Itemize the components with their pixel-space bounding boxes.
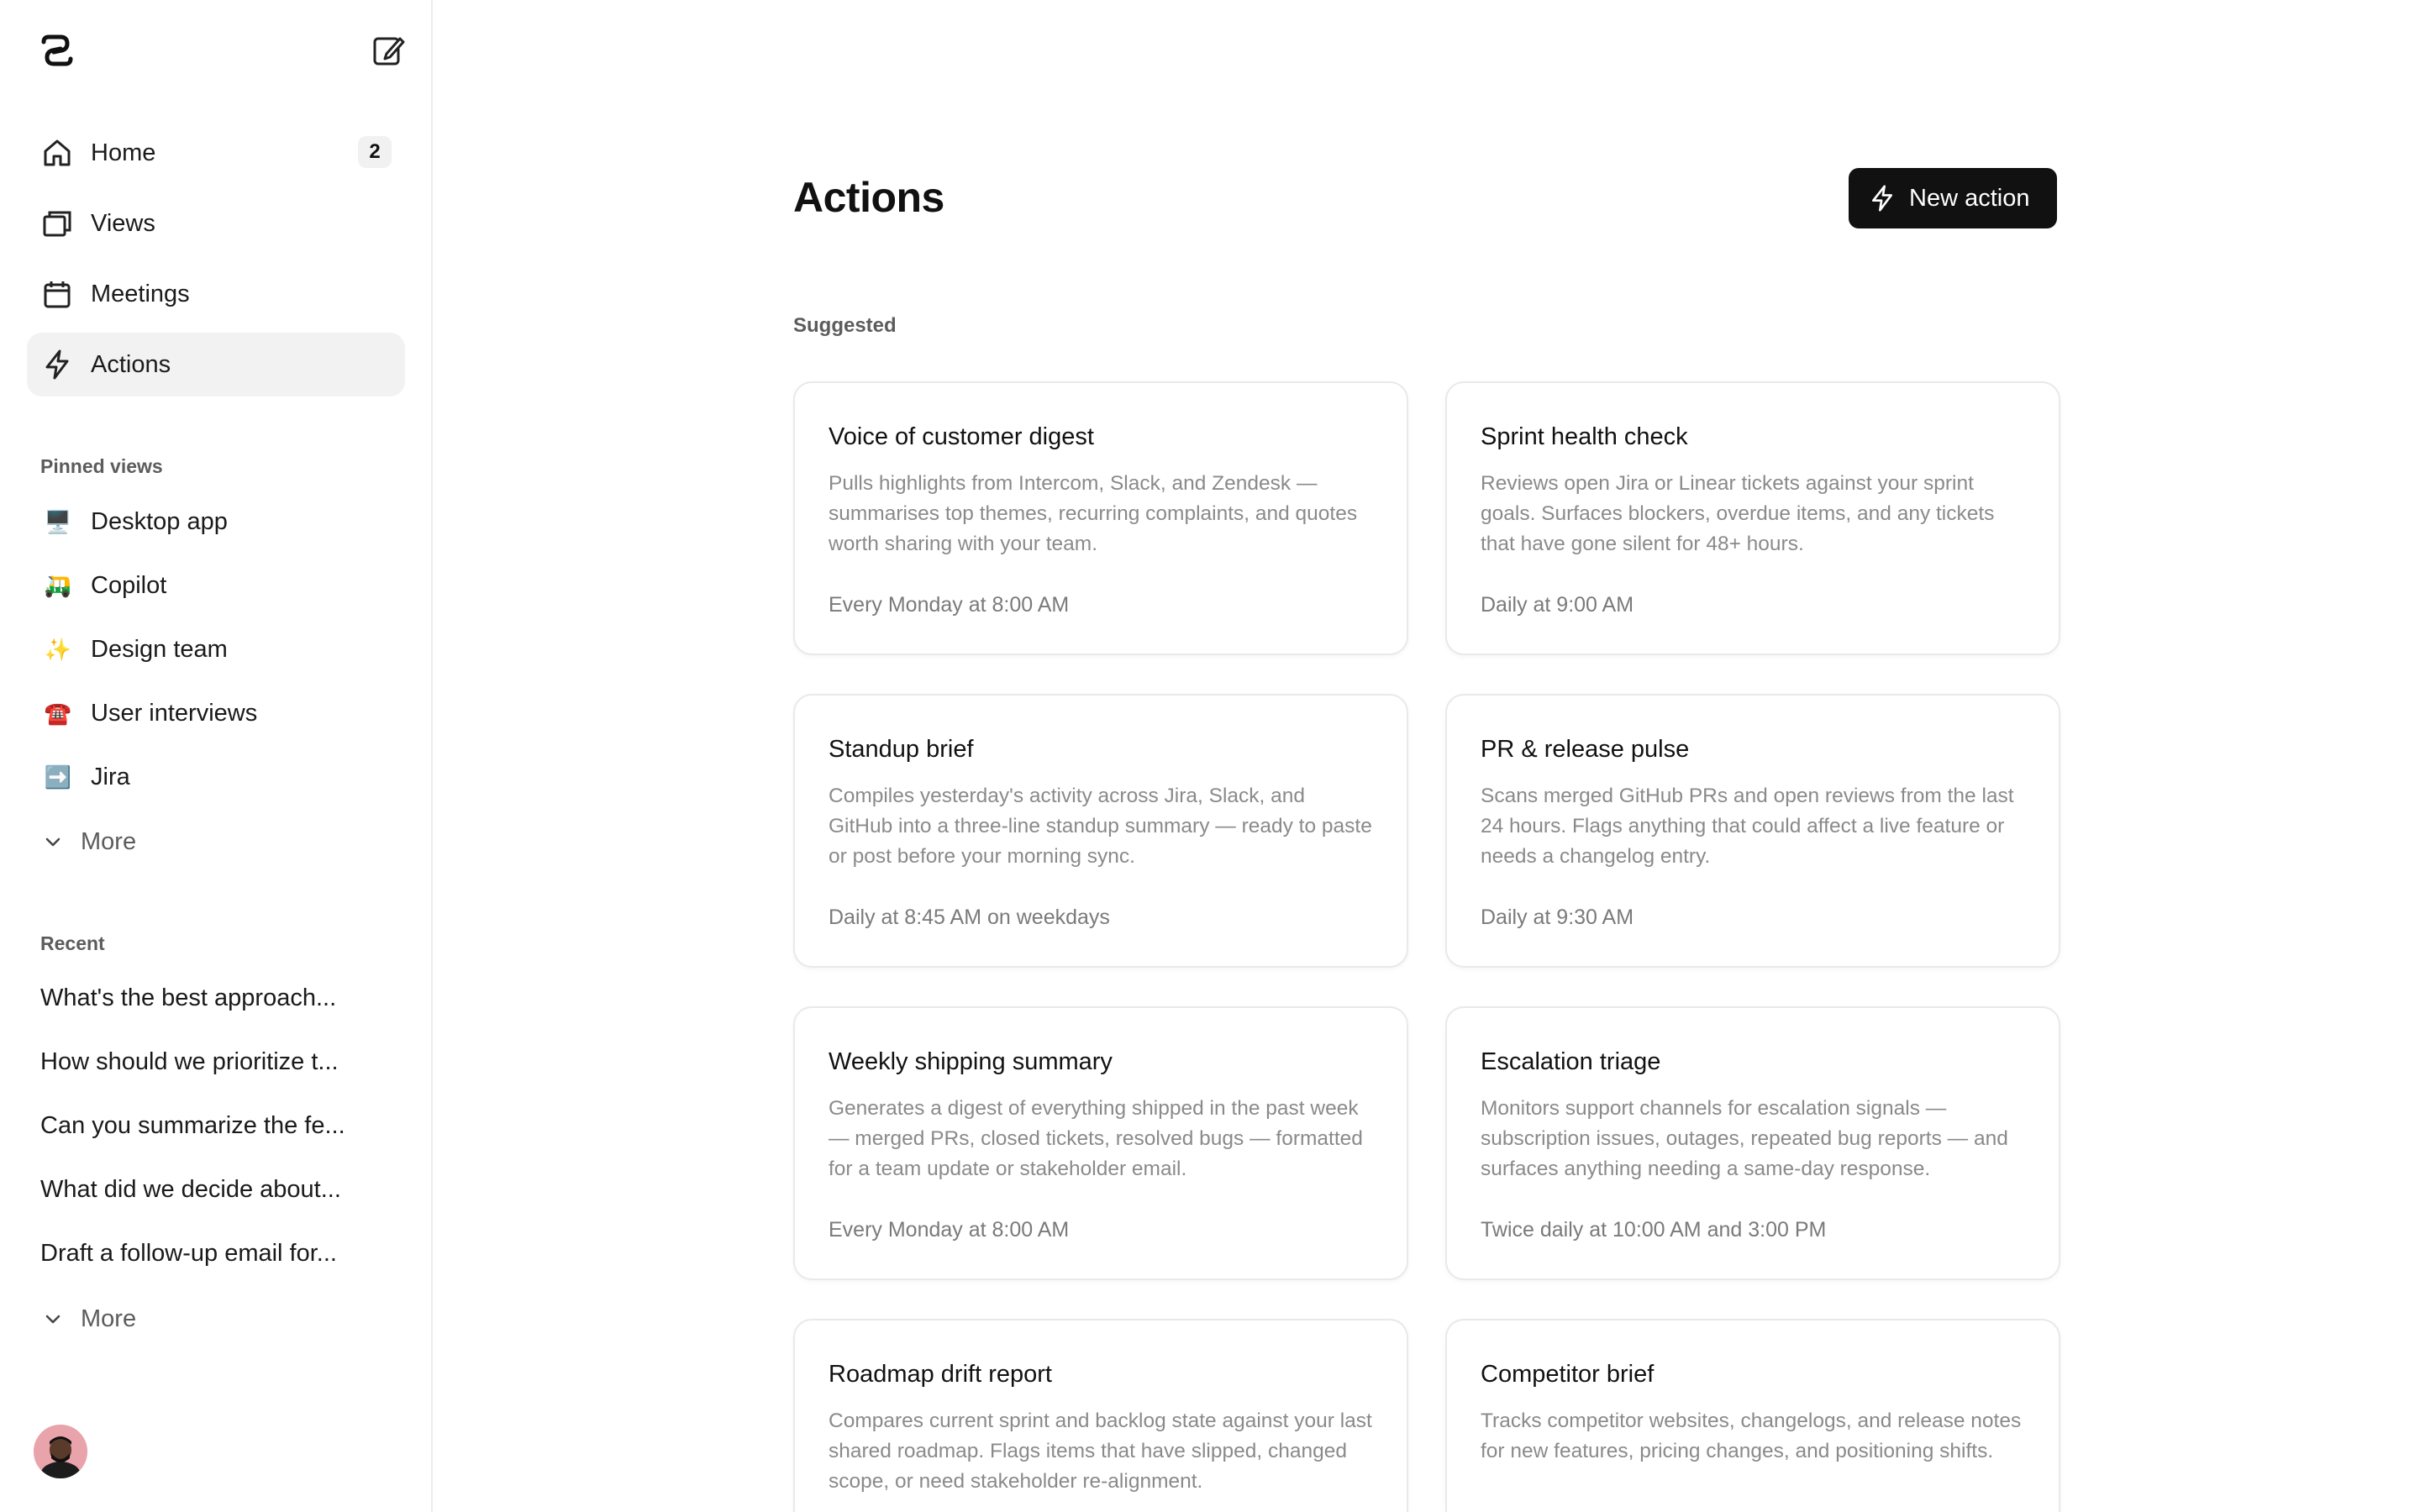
card-schedule: Daily at 8:45 AM on weekdays xyxy=(829,906,1110,929)
page-title: Actions xyxy=(793,174,944,221)
recent-item[interactable]: How should we prioritize t... xyxy=(40,1048,376,1076)
desktop-computer-icon: 🖥️ xyxy=(44,508,72,534)
nav-meetings[interactable]: Meetings xyxy=(27,262,405,326)
card-description: Reviews open Jira or Linear tickets agai… xyxy=(1481,472,1995,555)
pinned-item-label: Design team xyxy=(91,635,228,663)
calendar-icon xyxy=(40,277,74,311)
action-card-roadmap-drift-report[interactable]: Roadmap drift report Compares current sp… xyxy=(793,1319,1408,1512)
pinned-item-copilot[interactable]: 🛺 Copilot xyxy=(27,559,405,612)
pinned-item-label: Jira xyxy=(91,763,130,790)
new-action-label: New action xyxy=(1909,184,2030,212)
action-card-competitor-brief[interactable]: Competitor brief Tracks competitor websi… xyxy=(1445,1319,2060,1512)
card-title: PR & release pulse xyxy=(1481,736,1690,763)
recent-item[interactable]: Can you summarize the fe... xyxy=(40,1112,376,1140)
card-description: Tracks competitor websites, changelogs, … xyxy=(1481,1410,2022,1462)
card-description: Monitors support channels for escalation… xyxy=(1481,1097,2008,1180)
lightning-icon xyxy=(1869,185,1896,212)
card-title: Competitor brief xyxy=(1481,1361,1655,1388)
logo-icon[interactable] xyxy=(39,34,76,67)
nav-views-label: Views xyxy=(91,209,155,237)
pinned-item-label: User interviews xyxy=(91,699,258,727)
new-action-button[interactable]: New action xyxy=(1849,168,2057,228)
pinned-item-label: Copilot xyxy=(91,571,167,599)
app-window: Home 2 Views Meetings Actions Pinned vie… xyxy=(0,0,2420,1512)
nav-actions-label: Actions xyxy=(91,350,171,378)
recent-heading: Recent xyxy=(40,932,105,954)
action-card-standup-brief[interactable]: Standup brief Compiles yesterday's activ… xyxy=(793,694,1408,968)
card-title: Roadmap drift report xyxy=(829,1361,1052,1388)
chevron-down-icon xyxy=(39,827,67,856)
card-schedule: Every Monday at 8:00 AM xyxy=(829,1218,1070,1242)
card-title: Sprint health check xyxy=(1481,423,1688,450)
recent-more-button[interactable]: More xyxy=(27,1295,279,1342)
views-icon xyxy=(40,207,74,240)
card-schedule: Daily at 9:00 AM xyxy=(1481,593,1634,617)
nav-views[interactable]: Views xyxy=(27,192,405,255)
pinned-more-label: More xyxy=(81,827,137,855)
telephone-icon: ☎️ xyxy=(44,700,72,726)
card-schedule: Daily at 9:30 AM xyxy=(1481,906,1634,929)
action-card-voice-of-customer-digest[interactable]: Voice of customer digest Pulls highlight… xyxy=(793,381,1408,655)
compose-icon[interactable] xyxy=(370,32,407,69)
card-description: Compares current sprint and backlog stat… xyxy=(829,1410,1372,1493)
sidebar: Home 2 Views Meetings Actions Pinned vie… xyxy=(0,0,433,1512)
action-card-sprint-health-check[interactable]: Sprint health check Reviews open Jira or… xyxy=(1445,381,2060,655)
card-title: Voice of customer digest xyxy=(829,423,1094,450)
card-schedule: Every Monday at 8:00 AM xyxy=(829,593,1070,617)
home-icon xyxy=(40,136,74,170)
right-arrow-icon: ➡️ xyxy=(44,764,72,790)
recent-more-label: More xyxy=(81,1305,137,1332)
suggested-heading: Suggested xyxy=(793,314,897,337)
card-description: Compiles yesterday's activity across Jir… xyxy=(829,785,1372,868)
card-description: Generates a digest of everything shipped… xyxy=(829,1097,1363,1180)
auto-rickshaw-icon: 🛺 xyxy=(44,572,72,598)
pinned-more-button[interactable]: More xyxy=(27,818,279,865)
nav-home-label: Home xyxy=(91,139,156,166)
recent-item[interactable]: What did we decide about... xyxy=(40,1176,376,1204)
pinned-item-jira[interactable]: ➡️ Jira xyxy=(27,751,405,803)
card-description: Scans merged GitHub PRs and open reviews… xyxy=(1481,785,2014,868)
pinned-item-desktop-app[interactable]: 🖥️ Desktop app xyxy=(27,496,405,548)
home-count-badge: 2 xyxy=(358,136,392,168)
action-card-escalation-triage[interactable]: Escalation triage Monitors support chann… xyxy=(1445,1006,2060,1280)
nav-home[interactable]: Home 2 xyxy=(27,121,405,185)
nav-actions[interactable]: Actions xyxy=(27,333,405,396)
action-card-weekly-shipping-summary[interactable]: Weekly shipping summary Generates a dige… xyxy=(793,1006,1408,1280)
pinned-item-design-team[interactable]: ✨ Design team xyxy=(27,623,405,675)
action-card-pr-release-pulse[interactable]: PR & release pulse Scans merged GitHub P… xyxy=(1445,694,2060,968)
recent-item[interactable]: What's the best approach... xyxy=(40,984,376,1012)
pinned-item-label: Desktop app xyxy=(91,507,228,535)
pinned-views-heading: Pinned views xyxy=(40,455,163,477)
card-title: Escalation triage xyxy=(1481,1048,1661,1075)
sparkles-icon: ✨ xyxy=(44,636,72,662)
card-schedule: Twice daily at 10:00 AM and 3:00 PM xyxy=(1481,1218,1827,1242)
lightning-icon xyxy=(40,348,74,381)
card-description: Pulls highlights from Intercom, Slack, a… xyxy=(829,472,1358,555)
chevron-down-icon xyxy=(39,1305,67,1333)
card-title: Standup brief xyxy=(829,736,974,763)
user-avatar[interactable] xyxy=(34,1425,87,1478)
pinned-item-user-interviews[interactable]: ☎️ User interviews xyxy=(27,687,405,739)
card-title: Weekly shipping summary xyxy=(829,1048,1113,1075)
nav-meetings-label: Meetings xyxy=(91,280,190,307)
recent-item[interactable]: Draft a follow-up email for... xyxy=(40,1240,376,1268)
